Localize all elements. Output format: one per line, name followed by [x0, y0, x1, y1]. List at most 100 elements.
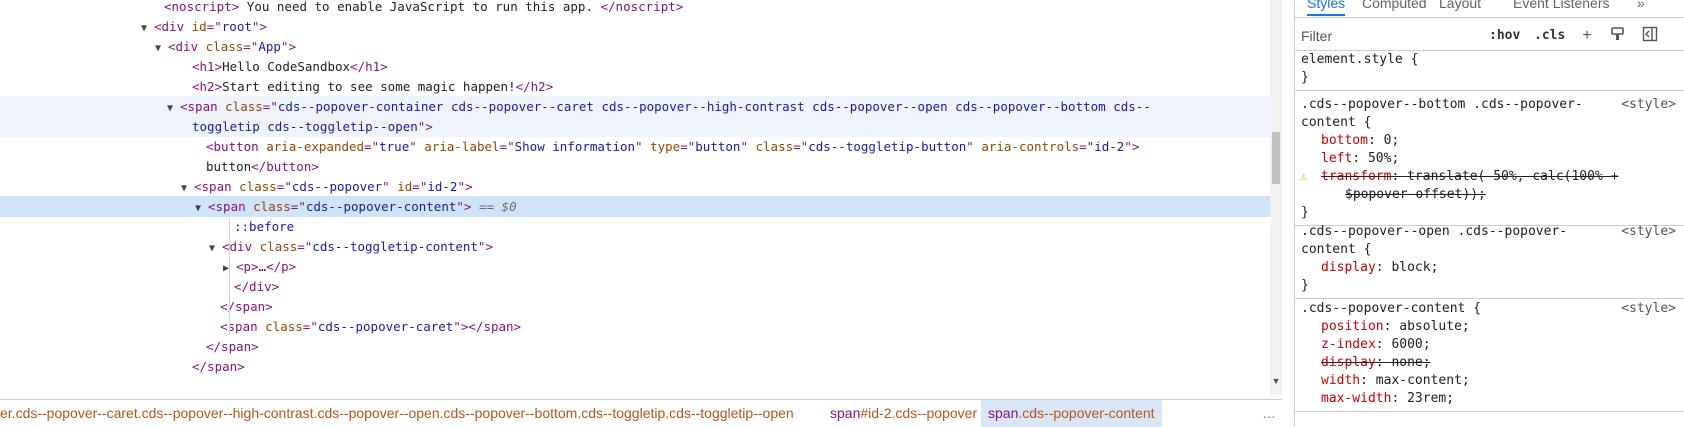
tab-event-listeners[interactable]: Event Listeners: [1513, 0, 1610, 14]
rule-selector-cont[interactable]: content {: [1301, 241, 1684, 259]
dom-node-line[interactable]: </span>: [0, 336, 1270, 357]
scroll-down-arrow-icon[interactable]: ▼: [1271, 376, 1281, 386]
dom-token: button: [206, 159, 252, 174]
breadcrumb-item[interactable]: span.cds--popover-content: [981, 400, 1162, 427]
dom-token: id: [397, 179, 413, 194]
dom-token: <span: [180, 99, 226, 114]
dom-node-line[interactable]: </div>: [0, 276, 1270, 297]
css-declaration[interactable]: position: absolute;: [1301, 318, 1684, 336]
css-rule: .cds--popover--bottom .cds--popover- <sty…: [1295, 96, 1684, 226]
dom-token: </noscript>: [600, 0, 684, 14]
css-value[interactable]: block;: [1391, 260, 1438, 275]
css-value[interactable]: $popover-offset));: [1345, 187, 1486, 202]
tab-computed[interactable]: Computed: [1362, 0, 1427, 14]
dom-node-line[interactable]: ▼ <div class="App">: [0, 36, 1270, 57]
dom-token: class: [239, 179, 277, 194]
css-declaration[interactable]: max-width: 23rem;: [1301, 390, 1684, 408]
css-property[interactable]: left: [1321, 151, 1352, 166]
css-declaration[interactable]: display: none;: [1301, 354, 1684, 372]
hov-toggle[interactable]: :hov: [1489, 25, 1520, 47]
styles-filter-input[interactable]: [1301, 24, 1481, 48]
css-property[interactable]: width: [1321, 373, 1360, 388]
dom-token: cds--popover-container cds--popover--car…: [277, 99, 1151, 114]
dom-token: =": [793, 139, 809, 154]
css-declaration[interactable]: left: 50%;: [1301, 150, 1684, 168]
dom-node-line[interactable]: <noscript> You need to enable JavaScript…: [0, 0, 1270, 17]
more-breadcrumbs-button[interactable]: …: [1262, 400, 1276, 427]
warning-icon[interactable]: ⚠: [1300, 170, 1313, 183]
dom-node-line[interactable]: <h1>Hello CodeSandbox</h1>: [0, 56, 1270, 77]
tab-overflow-chevron-icon[interactable]: »: [1637, 0, 1645, 14]
css-property[interactable]: bottom: [1321, 133, 1368, 148]
paint-bucket-icon[interactable]: [1608, 26, 1628, 46]
dom-token: </h2>: [515, 79, 554, 94]
css-property[interactable]: position: [1321, 319, 1384, 334]
css-property[interactable]: display: [1321, 260, 1376, 275]
css-value[interactable]: translate(-50%, calc(100% +: [1407, 169, 1618, 184]
dom-node-line[interactable]: </span>: [0, 296, 1270, 317]
tab-styles[interactable]: Styles: [1307, 0, 1346, 16]
rule-source-link[interactable]: <style>: [1621, 96, 1676, 114]
scroll-thumb[interactable]: [1272, 132, 1280, 184]
styles-pane: Styles Computed Layout Event Listeners » :ho…: [1295, 0, 1684, 427]
dom-node-line[interactable]: ▼ <span class="cds--popover" id="id-2">: [0, 176, 1270, 197]
dom-token: </h1>: [350, 59, 388, 74]
tab-layout[interactable]: Layout: [1439, 0, 1481, 14]
dom-node-line[interactable]: ▼ <div id="root">: [0, 16, 1270, 37]
css-value[interactable]: 50%;: [1368, 151, 1399, 166]
dom-node-line[interactable]: button</button>: [0, 156, 1270, 177]
new-rule-plus-icon[interactable]: +: [1577, 26, 1597, 46]
dom-node-line[interactable]: ▼ <span class="cds--popover-container cds…: [0, 96, 1270, 117]
dom-node-line[interactable]: ▶ <p>…</p>: [0, 256, 1270, 277]
rule-selector-cont[interactable]: content {: [1301, 114, 1684, 132]
css-declaration[interactable]: $popover-offset));: [1301, 186, 1684, 204]
rule-selector[interactable]: .cds--popover-content {: [1301, 301, 1481, 316]
css-property[interactable]: transform: [1321, 169, 1391, 184]
dom-token: =": [276, 179, 292, 194]
css-value[interactable]: max-content;: [1376, 373, 1470, 388]
rule-selector[interactable]: element.style {: [1301, 52, 1418, 67]
css-declaration[interactable]: width: max-content;: [1301, 372, 1684, 390]
dom-token: aria-label: [424, 139, 500, 154]
dom-token: class: [253, 199, 291, 214]
rule-source-link[interactable]: <style>: [1621, 300, 1676, 318]
css-property[interactable]: z-index: [1321, 337, 1376, 352]
dom-token: =": [297, 239, 313, 254]
cls-toggle[interactable]: .cls: [1534, 25, 1565, 47]
styles-toolbar: :hov .cls +: [1295, 21, 1684, 51]
dom-scrollbar[interactable]: [1270, 0, 1282, 395]
css-declaration[interactable]: z-index: 6000;: [1301, 336, 1684, 354]
dom-token: </span>: [206, 339, 259, 354]
dom-token: id-2: [427, 179, 458, 194]
css-value[interactable]: 23rem;: [1407, 391, 1454, 406]
dom-node-line[interactable]: <h2>Start editing to see some magic happ…: [0, 76, 1270, 97]
rule-selector[interactable]: .cds--popover--open .cds--popover-: [1301, 224, 1567, 239]
toggle-sidebar-icon[interactable]: [1640, 26, 1660, 46]
css-property[interactable]: max-width: [1321, 391, 1391, 406]
dom-node-line[interactable]: <button aria-expanded="true" aria-label=…: [0, 136, 1270, 157]
breadcrumb-item[interactable]: er.cds--popover--caret.cds--popover--hig…: [0, 400, 794, 427]
css-declaration[interactable]: display: block;: [1301, 259, 1684, 277]
dom-token: =": [206, 19, 222, 34]
dom-node-line[interactable]: ▼ <span class="cds--popover-content"> == …: [0, 196, 1270, 217]
css-property[interactable]: display: [1321, 355, 1376, 370]
rule-selector[interactable]: .cds--popover--bottom .cds--popover-: [1301, 97, 1583, 112]
dom-token: class: [225, 99, 263, 114]
dom-token: aria-expanded: [266, 139, 365, 154]
rule-source-link[interactable]: <style>: [1621, 223, 1676, 241]
dom-node-line[interactable]: ▼ <div class="cds--toggletip-content">: [0, 236, 1270, 257]
dom-node-line[interactable]: ::before: [0, 216, 1270, 237]
dom-node-line[interactable]: <span class="cds--popover-caret"></span>: [0, 316, 1270, 337]
css-declaration[interactable]: bottom: 0;: [1301, 132, 1684, 150]
breadcrumb-item[interactable]: span#id-2.cds--popover: [830, 400, 977, 427]
dom-node-line[interactable]: toggletip cds--toggletip--open">: [0, 116, 1270, 137]
dom-token: ": [382, 179, 398, 194]
dom-token: class: [265, 319, 303, 334]
dom-token: =": [243, 39, 259, 54]
css-value[interactable]: absolute;: [1399, 319, 1469, 334]
css-declaration[interactable]: ⚠ transform: translate(-50%, calc(100% +: [1300, 168, 1684, 186]
css-value[interactable]: 0;: [1384, 133, 1400, 148]
dom-node-line[interactable]: </span>: [0, 356, 1270, 377]
css-value[interactable]: none;: [1391, 355, 1430, 370]
css-value[interactable]: 6000;: [1391, 337, 1430, 352]
